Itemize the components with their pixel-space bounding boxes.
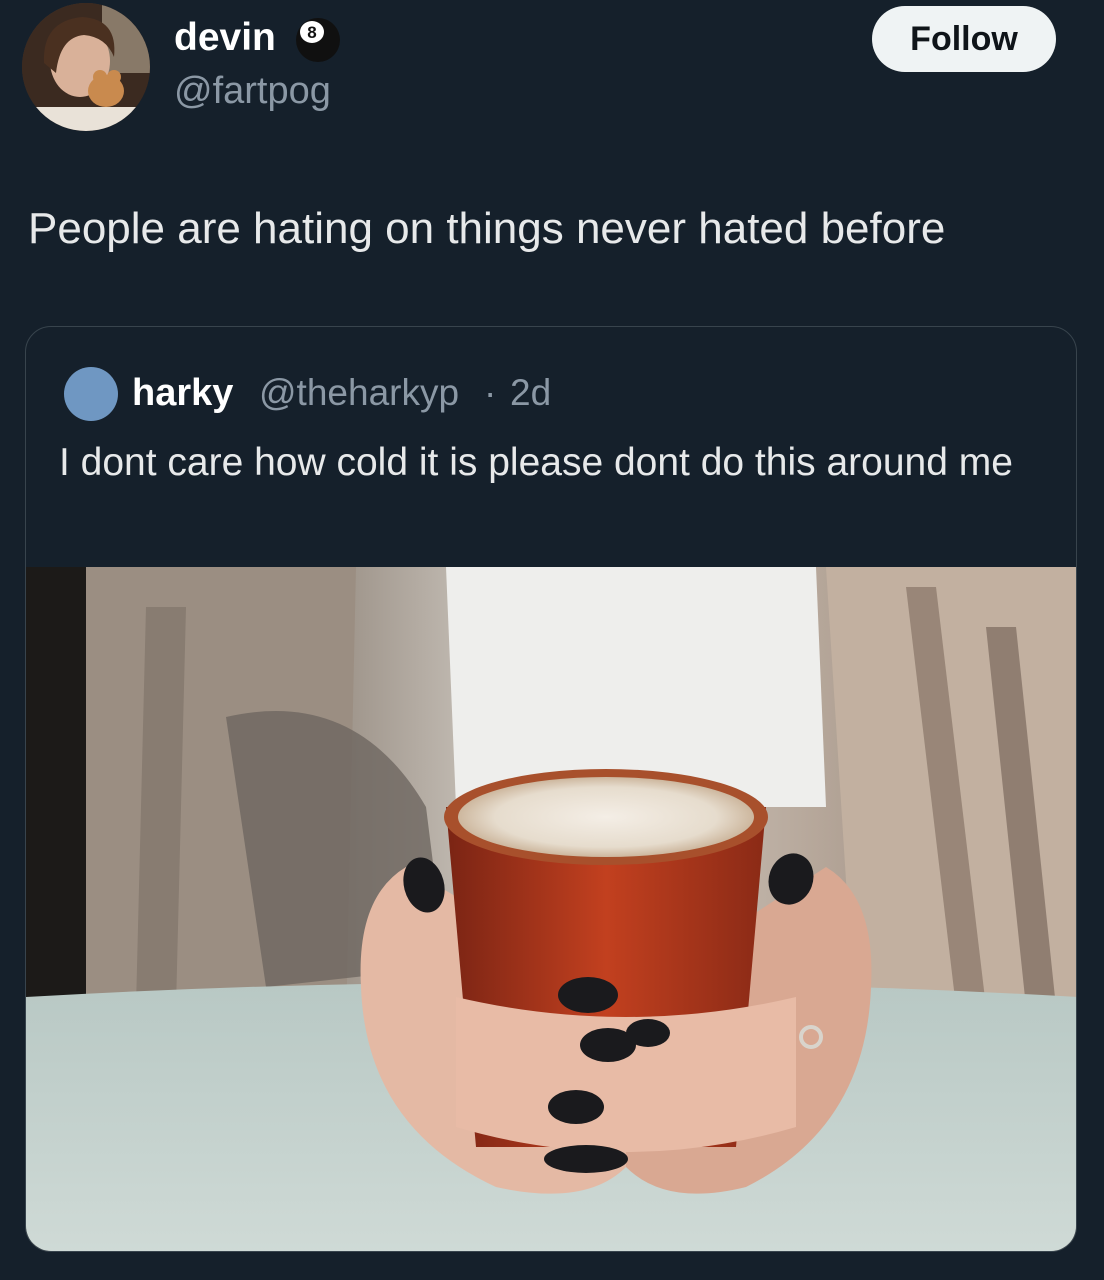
quoted-tweet-text: I dont care how cold it is please dont d…: [59, 441, 1013, 484]
eight-ball-icon: 8: [296, 18, 340, 62]
quoted-separator: ·: [484, 372, 497, 413]
quoted-tweet-photo[interactable]: [26, 567, 1076, 1251]
author-avatar-image: [22, 3, 150, 131]
author-handle[interactable]: @fartpog: [174, 68, 331, 114]
quoted-author-avatar[interactable]: [64, 367, 118, 421]
author-name[interactable]: devin: [174, 14, 276, 62]
eight-ball-number: 8: [307, 23, 316, 42]
quoted-author-name[interactable]: harky: [132, 369, 233, 417]
coffee-cup-photo: [26, 567, 1076, 1251]
quoted-timestamp[interactable]: 2d: [510, 369, 551, 417]
quoted-author-handle[interactable]: @theharkyp: [259, 369, 459, 417]
tweet-text: People are hating on things never hated …: [28, 204, 946, 253]
follow-button[interactable]: Follow: [872, 6, 1056, 72]
author-avatar[interactable]: [22, 3, 150, 131]
quoted-tweet[interactable]: harky @theharkyp · 2d I dont care how co…: [25, 326, 1077, 1252]
